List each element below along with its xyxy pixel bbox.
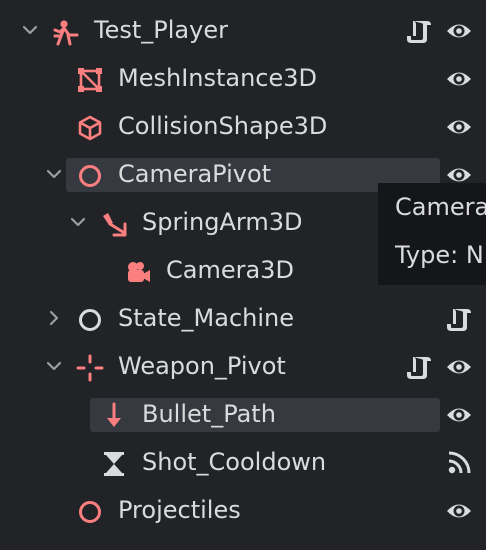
marker-3d-icon bbox=[76, 354, 104, 382]
collapse-arrow-icon[interactable] bbox=[46, 166, 62, 182]
tree-item-meshinstance3d[interactable]: MeshInstance3D bbox=[0, 60, 486, 108]
node-tooltip: Camera Type: N bbox=[378, 183, 486, 285]
node-name-label: Test_Player bbox=[94, 16, 228, 44]
camera-3d-icon bbox=[124, 258, 152, 286]
node-name-label: CameraPivot bbox=[118, 160, 272, 188]
node-name-label: CollisionShape3D bbox=[118, 112, 328, 140]
node-name-label: Weapon_Pivot bbox=[118, 352, 286, 380]
ray-cast-3d-icon bbox=[100, 402, 128, 430]
node-name-label: MeshInstance3D bbox=[118, 64, 318, 92]
tooltip-node-type: Type: N bbox=[395, 241, 484, 269]
collapse-arrow-icon[interactable] bbox=[46, 358, 62, 374]
visibility-eye-icon[interactable] bbox=[445, 113, 473, 141]
node-name-label: Bullet_Path bbox=[142, 400, 276, 428]
script-icon[interactable] bbox=[445, 305, 473, 333]
node-name-label: SpringArm3D bbox=[142, 208, 303, 236]
tree-item-test-player[interactable]: Test_Player bbox=[0, 12, 486, 60]
collapse-arrow-icon[interactable] bbox=[70, 214, 86, 230]
visibility-eye-icon[interactable] bbox=[445, 353, 473, 381]
tree-item-collisionshape3d[interactable]: CollisionShape3D bbox=[0, 108, 486, 156]
expand-arrow-icon[interactable] bbox=[46, 310, 62, 326]
tree-item-state-machine[interactable]: State_Machine bbox=[0, 300, 486, 348]
node-name-label: State_Machine bbox=[118, 304, 294, 332]
character-body-3d-icon bbox=[52, 18, 80, 46]
script-icon[interactable] bbox=[405, 353, 433, 381]
node-name-label: Shot_Cooldown bbox=[142, 448, 327, 476]
spring-arm-3d-icon bbox=[100, 210, 128, 238]
visibility-eye-icon[interactable] bbox=[445, 497, 473, 525]
visibility-eye-icon[interactable] bbox=[445, 65, 473, 93]
tree-item-projectiles[interactable]: Projectiles bbox=[0, 492, 486, 540]
collapse-arrow-icon[interactable] bbox=[22, 22, 38, 38]
collision-shape-3d-icon bbox=[76, 114, 104, 142]
signals-icon[interactable] bbox=[445, 449, 473, 477]
tree-item-bullet-path[interactable]: Bullet_Path bbox=[0, 396, 486, 444]
visibility-eye-icon[interactable] bbox=[445, 17, 473, 45]
node-name-label: Camera3D bbox=[166, 256, 294, 284]
tree-item-shot-cooldown[interactable]: Shot_Cooldown bbox=[0, 444, 486, 492]
node-3d-icon bbox=[76, 162, 104, 190]
mesh-instance-3d-icon bbox=[76, 66, 104, 94]
script-icon[interactable] bbox=[405, 17, 433, 45]
timer-icon bbox=[100, 450, 128, 478]
tree-item-weapon-pivot[interactable]: Weapon_Pivot bbox=[0, 348, 486, 396]
tooltip-node-name: Camera bbox=[395, 193, 486, 221]
node-3d-icon bbox=[76, 498, 104, 526]
node-icon bbox=[76, 306, 104, 334]
visibility-eye-icon[interactable] bbox=[445, 401, 473, 429]
node-name-label: Projectiles bbox=[118, 496, 241, 524]
